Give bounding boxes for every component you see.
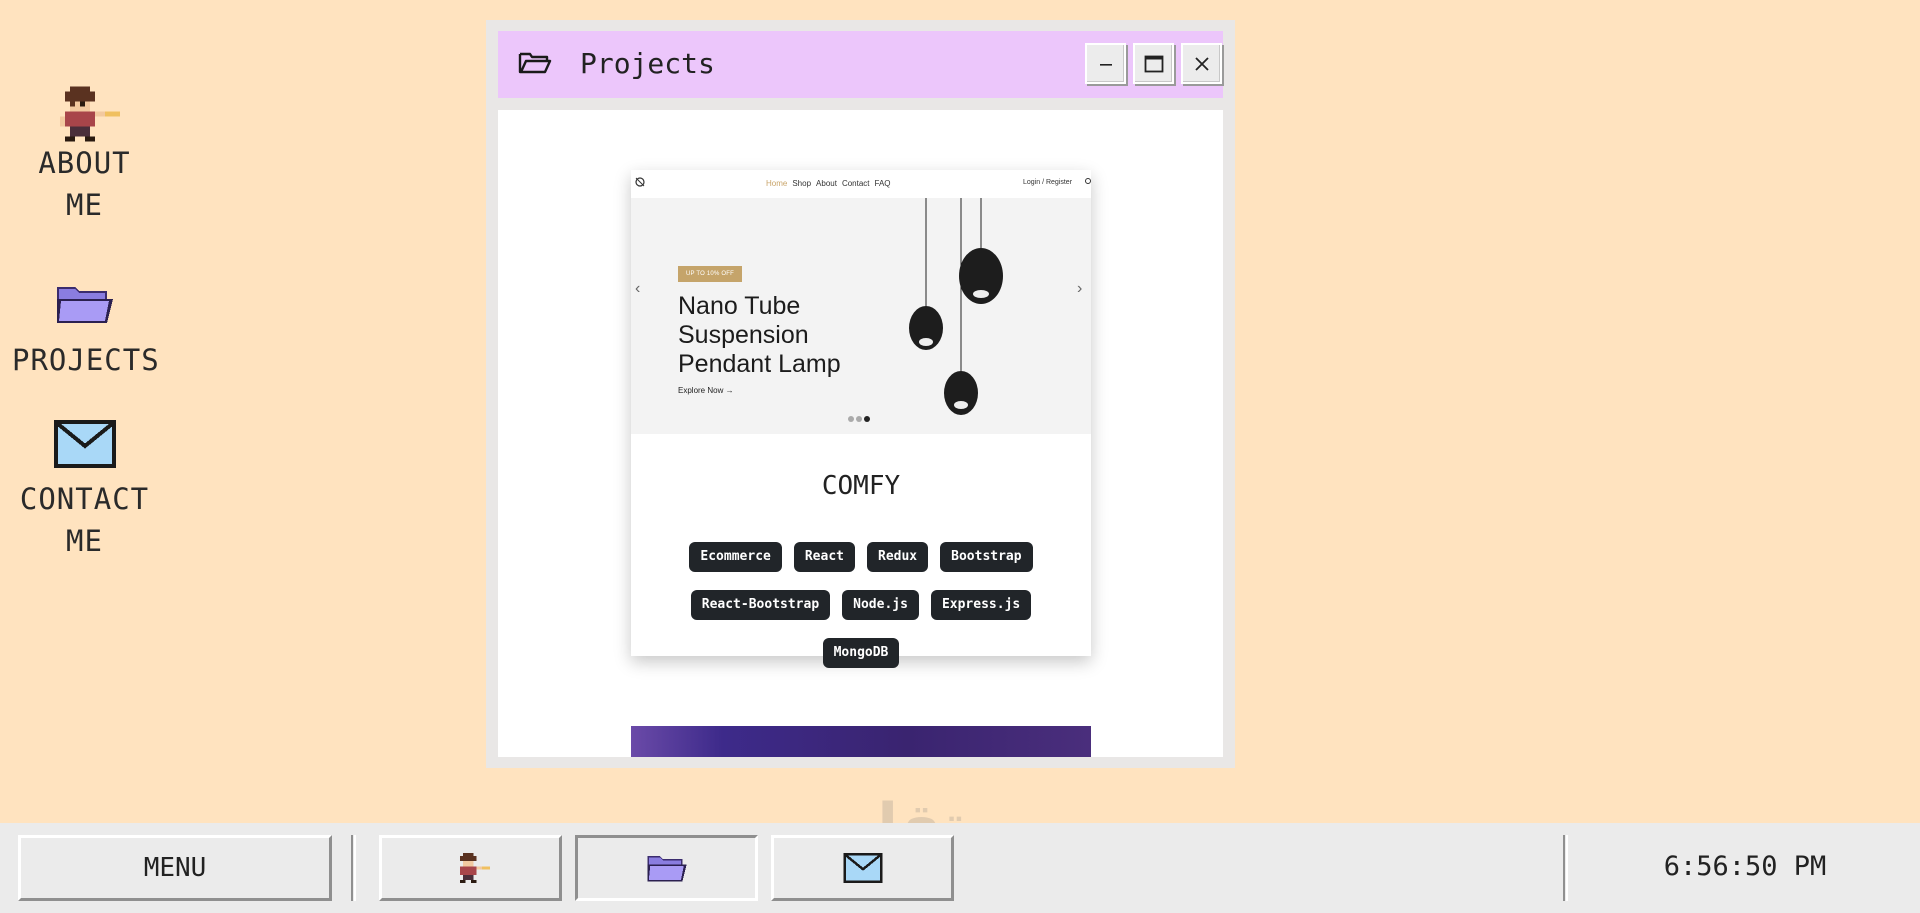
taskbar-separator [1563, 835, 1568, 901]
tech-tag: Redux [867, 542, 929, 572]
desktop-icon-about-me[interactable]: ABOUT ME [12, 86, 157, 226]
envelope-icon [53, 420, 116, 468]
tech-tag: Ecommerce [689, 542, 782, 572]
login-link: Login / Register [1023, 179, 1073, 186]
nav-link: Contact [841, 179, 870, 188]
pixel-character-icon [59, 86, 120, 142]
maximize-icon [1144, 55, 1163, 72]
folder-open-icon [518, 52, 552, 74]
maximize-button[interactable] [1133, 43, 1174, 84]
window-content[interactable]: Home Shop About Contact FAQ Login / Regi… [498, 110, 1223, 757]
projects-window: Projects Home Shop About Contact FAQ Log… [486, 20, 1235, 768]
tech-tag: Express.js [930, 590, 1032, 620]
tech-tag: Node.js [842, 590, 919, 620]
tech-tag: Bootstrap [940, 542, 1033, 572]
window-title: Projects [580, 47, 715, 80]
carousel-dot-active [864, 416, 870, 422]
pixel-character-icon [459, 853, 490, 883]
taskbar-app-contact[interactable] [771, 835, 954, 901]
menu-label: MENU [143, 853, 207, 883]
folder-icon [646, 856, 687, 882]
minimize-button[interactable] [1085, 43, 1126, 84]
desktop-icon-label: CONTACT [19, 482, 150, 516]
clock: 6:56:50 PM [1663, 851, 1827, 882]
explore-link: Explore Now → [678, 386, 734, 395]
tech-tag: React-Bootstrap [690, 590, 831, 620]
pendant-lamps-image [909, 198, 1003, 415]
screenshot-nav-links: Home Shop About Contact FAQ [766, 179, 891, 188]
taskbar: MENU 6:56:50 PM [0, 823, 1920, 913]
folder-icon [56, 287, 113, 323]
tech-tag: React [793, 542, 855, 572]
window-titlebar[interactable]: Projects [498, 31, 1223, 98]
project-card-next-preview[interactable] [631, 726, 1091, 757]
tech-tags: Ecommerce React Redux Bootstrap React-Bo… [631, 542, 1091, 668]
logo-icon [635, 177, 645, 187]
chevron-right-icon: › [1077, 280, 1083, 297]
desktop-icon-projects[interactable]: PROJECTS [12, 283, 160, 381]
taskbar-app-projects[interactable] [575, 835, 758, 901]
desktop-icon-label: ME [66, 524, 103, 558]
project-card-comfy[interactable]: Home Shop About Contact FAQ Login / Regi… [631, 170, 1091, 668]
desktop-icon-label: ABOUT [38, 146, 131, 180]
minimize-icon [1099, 63, 1112, 66]
desktop-icon-label: PROJECTS [12, 343, 160, 377]
discount-badge: UP TO 10% OFF [678, 266, 742, 282]
close-icon [1194, 56, 1209, 71]
search-icon [1085, 178, 1091, 184]
tech-tag: MongoDB [822, 638, 900, 668]
nav-link: About [816, 179, 837, 188]
hero-title: Nano Tube Suspension Pendant Lamp [678, 292, 841, 378]
carousel-dot [848, 416, 854, 422]
nav-link: FAQ [874, 179, 891, 188]
close-button[interactable] [1181, 43, 1222, 84]
desktop-icon-label: ME [66, 188, 103, 222]
taskbar-separator [351, 835, 356, 901]
desktop-icon-contact-me[interactable]: CONTACT ME [12, 420, 157, 562]
carousel-indicators [848, 416, 870, 422]
menu-button[interactable]: MENU [18, 835, 332, 901]
nav-link: Shop [792, 179, 812, 188]
project-screenshot: Home Shop About Contact FAQ Login / Regi… [631, 170, 1091, 434]
carousel-dot [856, 416, 862, 422]
envelope-icon [843, 853, 882, 883]
taskbar-app-about[interactable] [379, 835, 562, 901]
chevron-left-icon: ‹ [635, 280, 641, 297]
screenshot-navbar: Home Shop About Contact FAQ Login / Regi… [631, 170, 1091, 198]
nav-link: Home [766, 179, 788, 188]
project-title: COMFY [821, 471, 901, 501]
